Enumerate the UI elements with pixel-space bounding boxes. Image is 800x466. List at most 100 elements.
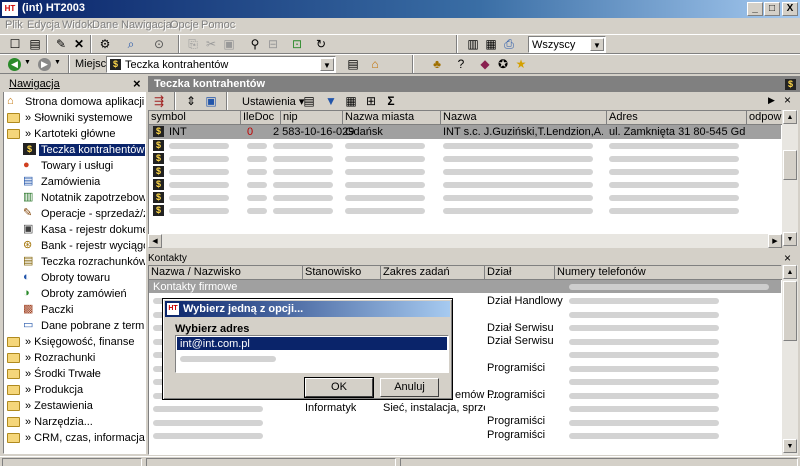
sidebar-item[interactable]: ▭ Dane pobrane z terminal... [5,318,145,334]
close-icon[interactable]: × [784,93,791,107]
home-icon[interactable]: ⌂ [366,55,384,73]
scroll-right-icon[interactable]: ▶ [768,95,775,106]
scroll-down-icon[interactable]: ▼ [783,232,797,246]
books-icon[interactable]: ◆ [476,55,494,73]
menu-plik[interactable]: Plik [5,19,23,31]
report-icon[interactable]: ▥ [464,35,482,53]
forward-dropdown-icon[interactable]: ▼ [54,59,61,66]
sidebar-item[interactable]: » Księgowość, finanse [5,334,145,350]
forward-icon[interactable]: ▶ [38,58,51,71]
scroll-up-icon[interactable]: ▲ [783,265,797,279]
col-iledoc[interactable]: IleDoc [241,111,281,125]
sidebar-item[interactable]: ▩ Paczki [5,302,145,318]
export-icon[interactable]: ⊡ [288,35,306,53]
sidebar-item[interactable]: ✎ Operacje - sprzedaż/zak... [5,206,145,222]
scroll-down-icon[interactable]: ▼ [783,439,797,453]
sidebar-item[interactable]: ⊛ Bank - rejestr wyciągów ... [5,238,145,254]
sidebar-item[interactable]: ◐ Obroty towaru [5,270,145,286]
filter-icon[interactable]: ▼ [322,92,340,110]
contacts-scrollbar[interactable]: ▲ ▼ [782,265,798,455]
ok-button[interactable]: OK [304,377,374,398]
sidebar-item[interactable]: » CRM, czas, informacja [5,430,145,446]
print-icon[interactable]: ⎙ [500,35,518,53]
maximize-button[interactable]: □ [764,2,780,16]
stamp-icon[interactable]: ⊞ [362,92,380,110]
close-button[interactable]: X [782,2,798,16]
table-row-selected[interactable]: $ INT 0 2 583-10-16-029 Gdańsk INT s.c. … [149,125,781,139]
menu-nawigacja[interactable]: Nawigacja [121,19,172,31]
sidebar-item[interactable]: » Zestawienia [5,398,145,414]
document-settings-icon[interactable]: ▤ [300,92,318,110]
lock-icon[interactable]: ⊟ [264,35,282,53]
sidebar-item[interactable]: ▣ Kasa - rejestr dokumentó... [5,222,145,238]
sidebar-item[interactable]: » Narzędzia... [5,414,145,430]
view-icon[interactable]: ▣ [202,92,220,110]
bookmark-icon[interactable]: ▤ [344,55,362,73]
sidebar-item[interactable]: » Kartoteki główne [5,126,145,142]
scroll-thumb[interactable] [783,281,797,341]
refresh-icon[interactable]: ⊙ [150,35,168,53]
col-nip[interactable]: nip [281,111,343,125]
redo-icon[interactable]: ↻ [312,35,330,53]
scroll-left-icon[interactable]: ◀ [148,234,162,248]
col-department[interactable]: Dział [485,266,555,280]
sidebar-item[interactable]: ● Towary i usługi [5,158,145,174]
binoculars-icon[interactable]: ⚲ [246,35,264,53]
scroll-thumb[interactable] [783,150,797,180]
minimize-button[interactable]: _ [747,2,763,16]
scroll-right-icon[interactable]: ▶ [768,234,782,248]
back-icon[interactable]: ◀ [8,58,21,71]
search-icon[interactable]: ⌕ [122,35,140,53]
sidebar-item[interactable]: » Rozrachunki [5,350,145,366]
new-document-icon[interactable]: ☐ [6,35,24,53]
sidebar-item[interactable]: ▥ Notatnik zapotrzebowań [5,190,145,206]
goto-icon[interactable]: ⇶ [150,92,168,110]
contacts-group-row[interactable]: Kontakty firmowe [149,280,781,293]
settings-menu[interactable]: Ustawienia ▾ [242,95,304,108]
menu-edycja[interactable]: Edycja [27,19,60,31]
col-position[interactable]: Stanowisko [303,266,381,280]
help-icon[interactable]: ? [452,55,470,73]
col-phones[interactable]: Numery telefonów [555,266,783,280]
tools-icon[interactable]: ⚙ [96,35,114,53]
col-address[interactable]: Adres [607,111,747,125]
edit-icon[interactable]: ✎ [52,35,70,53]
chevron-down-icon[interactable]: ▼ [590,38,604,51]
soccer-icon[interactable]: ✪ [494,55,512,73]
grid-hscrollbar[interactable]: ◀ ▶ [148,234,782,248]
columns-icon[interactable]: ▦ [482,35,500,53]
col-city[interactable]: Nazwa miasta [343,111,441,125]
sidebar-item[interactable]: » Słowniki systemowe [5,110,145,126]
sidebar-item[interactable]: ◑ Obroty zamówień [5,286,145,302]
location-select[interactable]: $ Teczka kontrahentów ▼ [106,56,336,73]
sidebar-item[interactable]: ▤ Zamówienia [5,174,145,190]
sidebar-item[interactable]: » Produkcja [5,382,145,398]
people-icon[interactable]: ♣ [428,55,446,73]
star-icon[interactable]: ★ [512,55,530,73]
cut-icon[interactable]: ✂ [202,35,220,53]
sidebar-item[interactable]: » Środki Trwałe [5,366,145,382]
col-contact-name[interactable]: Nazwa / Nazwisko [149,266,303,280]
col-scope[interactable]: Zakres zadań [381,266,485,280]
menu-dane[interactable]: Dane [92,19,118,31]
menu-widok[interactable]: Widok [62,19,93,31]
back-dropdown-icon[interactable]: ▼ [24,59,31,66]
col-symbol[interactable]: symbol [149,111,241,125]
grid-scrollbar[interactable]: ▲ ▼ [782,110,798,246]
close-icon[interactable]: × [133,76,141,91]
copy-icon[interactable]: ⎘ [184,35,202,53]
sort-icon[interactable]: ⇕ [182,92,200,110]
cancel-button[interactable]: Anuluj [380,378,439,397]
address-option-selected[interactable]: int@int.com.pl [177,337,447,350]
sidebar-item[interactable]: $ Teczka kontrahentów [5,142,145,158]
delete-icon[interactable]: ✕ [70,35,88,53]
close-icon[interactable]: × [784,251,791,265]
filter-select[interactable]: Wszyscy ▼ [528,36,606,53]
sidebar-item[interactable]: ▤ Teczka rozrachunków [5,254,145,270]
col-responsible[interactable]: odpowie [747,111,783,125]
calendar-icon[interactable]: ▦ [342,92,360,110]
chevron-down-icon[interactable]: ▼ [320,58,334,71]
properties-icon[interactable]: ▤ [26,35,44,53]
col-name[interactable]: Nazwa [441,111,607,125]
paste-icon[interactable]: ▣ [220,35,238,53]
